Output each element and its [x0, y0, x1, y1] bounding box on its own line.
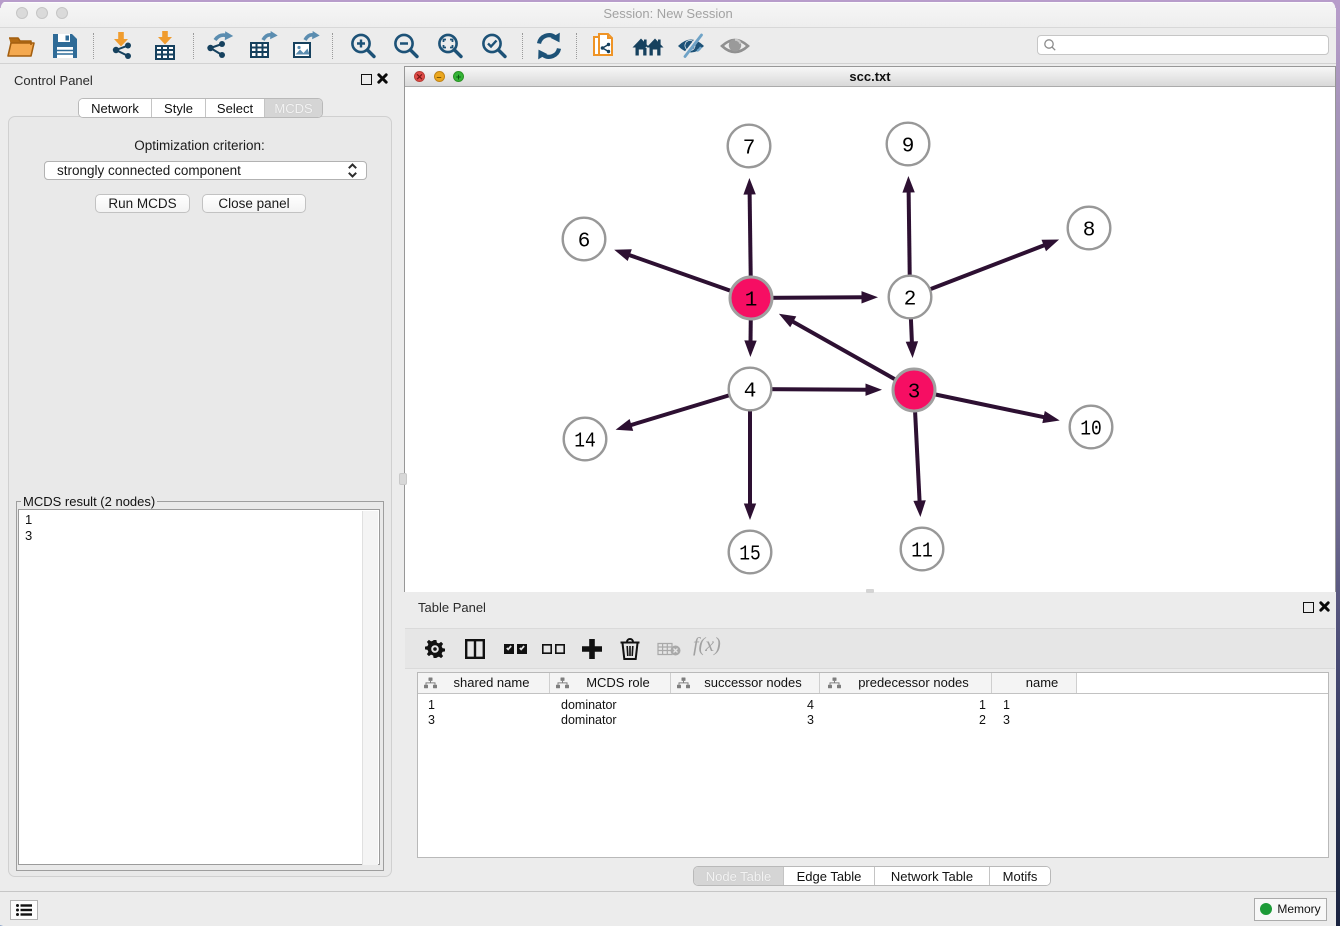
svg-text:1: 1: [745, 290, 758, 313]
svg-text:9: 9: [902, 136, 915, 159]
svg-text:10: 10: [1080, 419, 1102, 442]
svg-text:8: 8: [1083, 220, 1096, 243]
svg-text:2: 2: [904, 289, 917, 312]
svg-text:14: 14: [574, 431, 596, 454]
svg-text:3: 3: [908, 382, 921, 405]
svg-text:6: 6: [578, 231, 591, 254]
svg-text:4: 4: [744, 381, 757, 404]
svg-text:11: 11: [911, 541, 933, 564]
svg-text:7: 7: [743, 138, 756, 161]
svg-text:15: 15: [739, 544, 761, 567]
